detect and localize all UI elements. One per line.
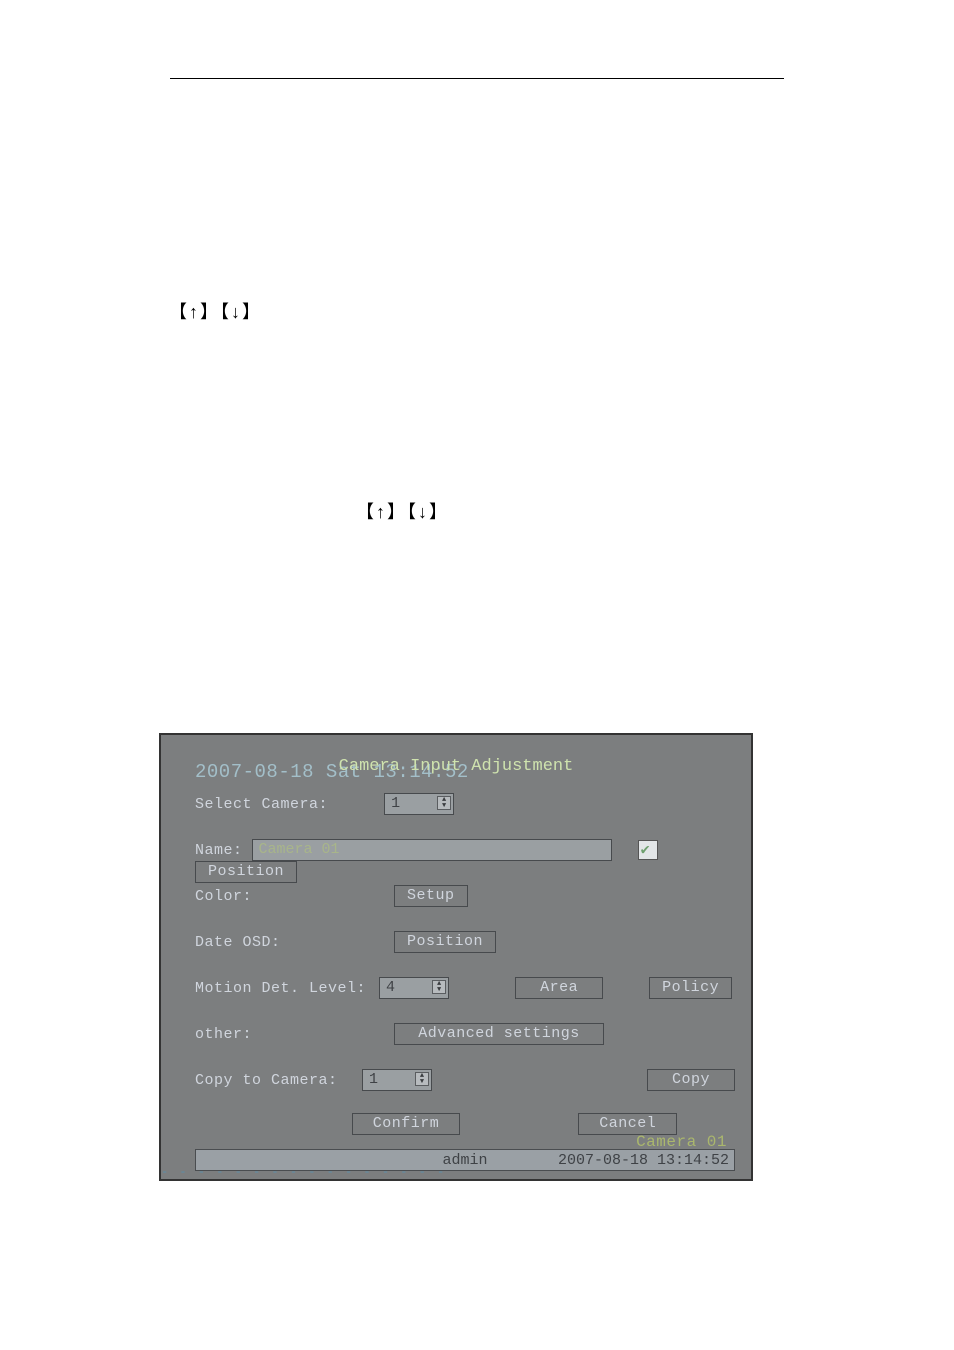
arrow-keys-text-1: 【↑】【↓】 (169, 298, 262, 324)
select-camera-label: Select Camera: (195, 796, 328, 813)
spinner-updown-icon[interactable] (437, 796, 451, 810)
arrow-keys-text-2: 【↑】【↓】 (356, 498, 449, 524)
copy-button[interactable]: Copy (647, 1069, 735, 1091)
motion-det-level-label: Motion Det. Level: (195, 980, 366, 997)
spinner-updown-icon[interactable] (415, 1072, 429, 1086)
date-osd-label: Date OSD: (195, 934, 385, 951)
copy-to-camera-spinner[interactable]: 1 (362, 1069, 432, 1091)
camera-name-input[interactable]: Camera 01 (252, 839, 612, 861)
color-setup-button[interactable]: Setup (394, 885, 468, 907)
name-position-button[interactable]: Position (195, 861, 297, 883)
select-camera-spinner[interactable]: 1 (384, 793, 454, 815)
name-label: Name: (195, 842, 243, 859)
copy-to-camera-value: 1 (369, 1071, 378, 1088)
date-osd-position-button[interactable]: Position (394, 931, 496, 953)
camera-name-value: Camera 01 (259, 841, 340, 858)
motion-level-value: 4 (386, 979, 395, 996)
status-username: admin (442, 1152, 487, 1169)
motion-policy-button[interactable]: Policy (649, 977, 732, 999)
motion-area-button[interactable]: Area (515, 977, 603, 999)
bottom-dash-line: - - - - - - - - - - - - - - - - (161, 1165, 446, 1179)
dialog-title: Camera Input Adjustment (161, 757, 751, 776)
name-display-checkbox[interactable] (638, 840, 658, 860)
motion-level-spinner[interactable]: 4 (379, 977, 449, 999)
cancel-button[interactable]: Cancel (578, 1113, 677, 1135)
dvr-screenshot: 2007-08-18 Sat 13:14:52 Camera Input Adj… (159, 733, 753, 1181)
other-label: other: (195, 1026, 385, 1043)
page-horizontal-rule (170, 78, 784, 79)
select-camera-value: 1 (391, 795, 400, 812)
color-label: Color: (195, 888, 385, 905)
status-datetime: 2007-08-18 13:14:52 (558, 1152, 729, 1169)
copy-to-camera-label: Copy to Camera: (195, 1072, 353, 1089)
spinner-updown-icon[interactable] (432, 980, 446, 994)
advanced-settings-button[interactable]: Advanced settings (394, 1023, 604, 1045)
confirm-button[interactable]: Confirm (352, 1113, 461, 1135)
